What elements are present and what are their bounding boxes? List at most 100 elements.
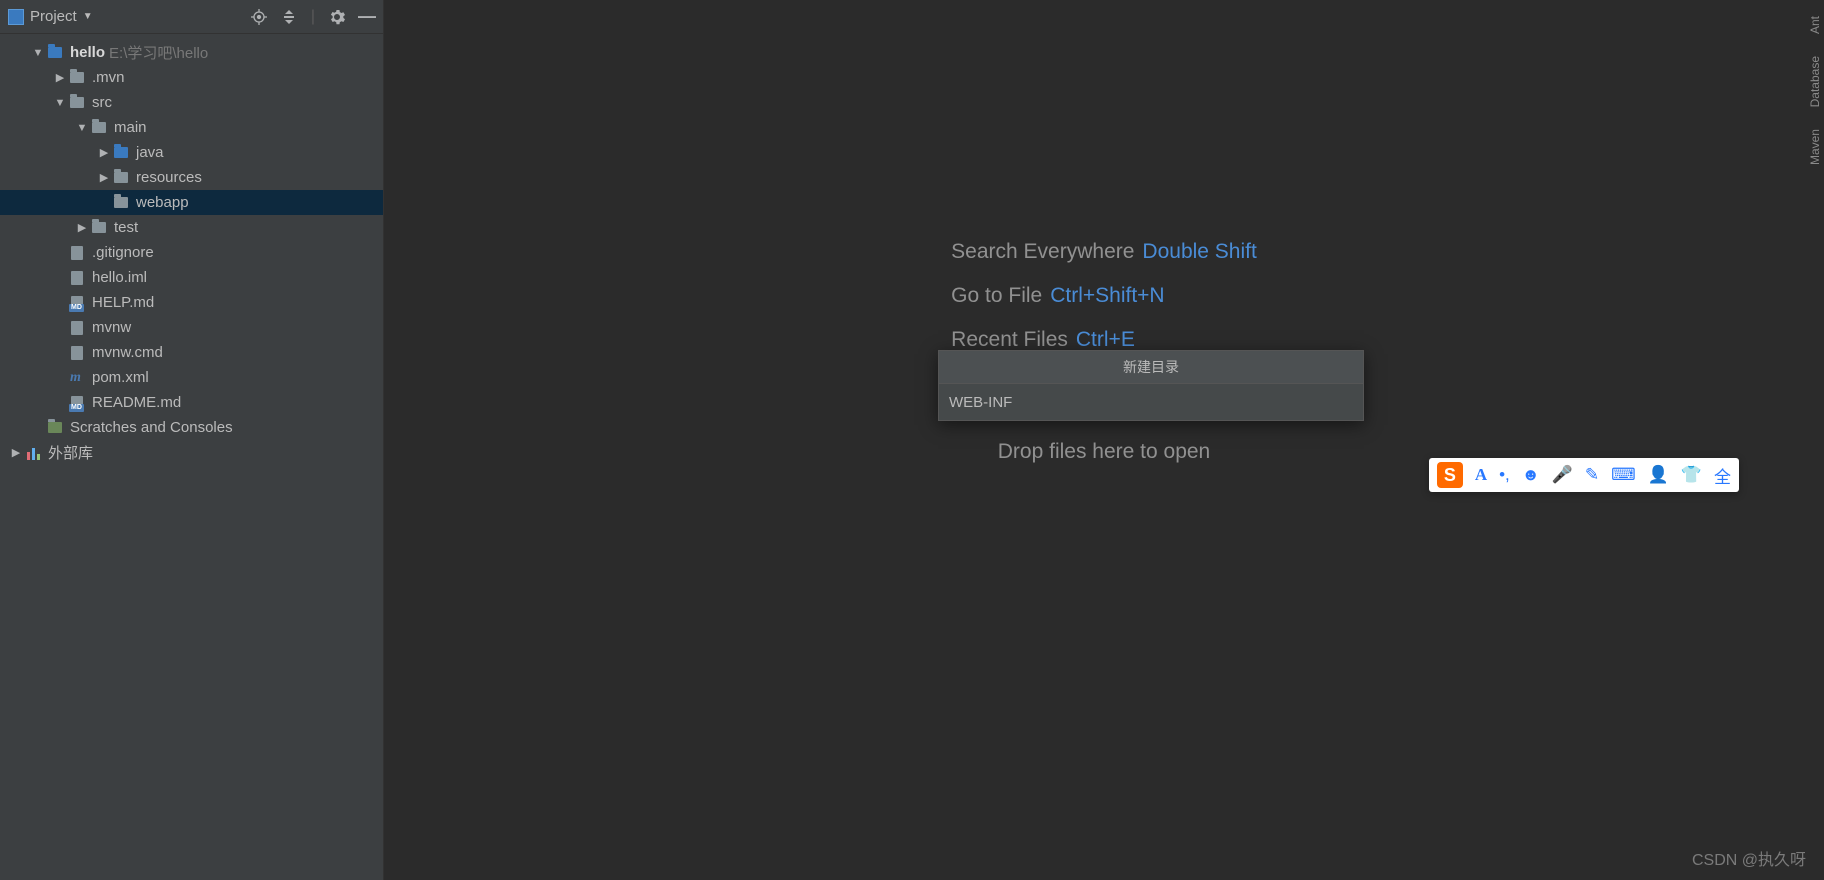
tree-label: 外部库 xyxy=(48,442,93,463)
tree-item-main[interactable]: ▼ main xyxy=(0,115,383,140)
ime-emoji-icon[interactable]: ☻ xyxy=(1522,465,1540,485)
tree-item-help-md[interactable]: MD HELP.md xyxy=(0,290,383,315)
tree-item-mvnw-cmd[interactable]: mvnw.cmd xyxy=(0,340,383,365)
ime-fullhalf-icon[interactable]: 全 xyxy=(1714,463,1731,488)
shortcut-search: Double Shift xyxy=(1142,240,1256,263)
tree-label: pom.xml xyxy=(92,369,149,386)
tree-item-webapp[interactable]: webapp xyxy=(0,190,383,215)
tree-label: README.md xyxy=(92,394,181,411)
tree-arrow-icon[interactable]: ▶ xyxy=(8,446,24,459)
shortcut-goto: Ctrl+Shift+N xyxy=(1050,284,1164,307)
chevron-down-icon: ▼ xyxy=(83,11,93,22)
folder-icon xyxy=(90,122,108,133)
tree-label: Scratches and Consoles xyxy=(70,419,233,436)
tree-label: resources xyxy=(136,169,202,186)
tree-item-src[interactable]: ▼ src xyxy=(0,90,383,115)
tree-arrow-icon[interactable]: ▼ xyxy=(74,122,90,134)
file-icon xyxy=(68,346,86,360)
tree-item-scratches-and-consoles[interactable]: Scratches and Consoles xyxy=(0,415,383,440)
ime-punctuation-icon[interactable]: •, xyxy=(1499,465,1510,485)
right-toolwindow-tabs: Ant Database Maven xyxy=(1806,12,1824,169)
tree-arrow-icon[interactable]: ▶ xyxy=(74,221,90,234)
tab-maven[interactable]: Maven xyxy=(1806,125,1824,169)
file-md-icon: MD xyxy=(68,396,86,410)
dialog-title: 新建目录 xyxy=(939,351,1363,383)
tree-item-readme-md[interactable]: MD README.md xyxy=(0,390,383,415)
tree-arrow-icon[interactable]: ▶ xyxy=(96,146,112,159)
tree-arrow-icon[interactable]: ▶ xyxy=(96,171,112,184)
ime-letter-a-icon[interactable]: A xyxy=(1475,465,1487,485)
ime-toolbar[interactable]: S A •, ☻ 🎤 ✎ ⌨ 👤 👕 全 xyxy=(1429,458,1739,492)
file-icon xyxy=(68,321,86,335)
editor-area: Search EverywhereDouble Shift Go to File… xyxy=(384,0,1824,880)
ime-user-icon[interactable]: 👤 xyxy=(1648,465,1669,485)
project-title: Project xyxy=(30,8,77,25)
tree-label: src xyxy=(92,94,112,111)
tree-label: mvnw xyxy=(92,319,131,336)
tree-arrow-icon[interactable]: ▶ xyxy=(52,71,68,84)
minimize-icon[interactable]: — xyxy=(359,9,375,25)
tree-item--[interactable]: ▶ 外部库 xyxy=(0,440,383,465)
hint-goto: Go to FileCtrl+Shift+N xyxy=(951,284,1257,308)
editor-hints: Search EverywhereDouble Shift Go to File… xyxy=(951,240,1257,352)
locate-icon[interactable] xyxy=(251,9,267,25)
hint-recent: Recent FilesCtrl+E xyxy=(951,328,1257,352)
folder-scratch-icon xyxy=(46,422,64,433)
tree-arrow-icon[interactable]: ▼ xyxy=(52,97,68,109)
tree-item-java[interactable]: ▶ java xyxy=(0,140,383,165)
project-tree[interactable]: ▼helloE:\学习吧\hello▶.mvn▼src▼main▶java▶re… xyxy=(0,34,383,880)
csdn-watermark: CSDN @执久呀 xyxy=(1692,846,1806,870)
tree-label: webapp xyxy=(136,194,189,211)
new-directory-dialog: 新建目录 xyxy=(938,350,1364,421)
tree-item--gitignore[interactable]: .gitignore xyxy=(0,240,383,265)
directory-name-input[interactable] xyxy=(939,383,1363,420)
bars-icon xyxy=(24,446,42,460)
tree-label: hello.iml xyxy=(92,269,147,286)
tree-arrow-icon[interactable]: ▼ xyxy=(30,47,46,59)
file-icon xyxy=(68,271,86,285)
tree-label: main xyxy=(114,119,147,136)
tree-path: E:\学习吧\hello xyxy=(109,42,208,63)
ime-mic-icon[interactable]: 🎤 xyxy=(1552,465,1573,485)
file-icon xyxy=(68,246,86,260)
sogou-logo-icon: S xyxy=(1437,462,1463,488)
folder-icon xyxy=(68,97,86,108)
tree-label: java xyxy=(136,144,164,161)
ime-skin-icon[interactable]: ✎ xyxy=(1585,465,1599,485)
project-tool-label[interactable]: Project ▼ xyxy=(8,8,93,25)
tree-label: mvnw.cmd xyxy=(92,344,163,361)
tree-item-mvnw[interactable]: mvnw xyxy=(0,315,383,340)
maven-icon: m xyxy=(68,371,86,385)
ime-keyboard-icon[interactable]: ⌨ xyxy=(1611,465,1636,485)
expand-all-icon[interactable] xyxy=(281,9,297,25)
tree-item-hello[interactable]: ▼ helloE:\学习吧\hello xyxy=(0,40,383,65)
folder-res-icon xyxy=(112,172,130,183)
tree-label: HELP.md xyxy=(92,294,154,311)
drop-hint: Drop files here to open xyxy=(998,440,1210,464)
tree-label: .gitignore xyxy=(92,244,154,261)
tree-label: .mvn xyxy=(92,69,125,86)
folder-icon xyxy=(68,72,86,83)
file-md-icon: MD xyxy=(68,296,86,310)
tree-item-hello-iml[interactable]: hello.iml xyxy=(0,265,383,290)
tree-label: hello xyxy=(70,44,105,61)
tree-item-resources[interactable]: ▶ resources xyxy=(0,165,383,190)
hint-search: Search EverywhereDouble Shift xyxy=(951,240,1257,264)
folder-icon xyxy=(112,197,130,208)
tab-database[interactable]: Database xyxy=(1806,52,1824,111)
header-divider: | xyxy=(311,8,315,26)
gear-icon[interactable] xyxy=(329,9,345,25)
tree-item--mvn[interactable]: ▶ .mvn xyxy=(0,65,383,90)
tree-item-test[interactable]: ▶ test xyxy=(0,215,383,240)
folder-blue-icon xyxy=(112,147,130,158)
tree-item-pom-xml[interactable]: m pom.xml xyxy=(0,365,383,390)
project-square-icon xyxy=(8,9,24,25)
shortcut-recent: Ctrl+E xyxy=(1076,328,1135,351)
folder-icon xyxy=(90,222,108,233)
sidebar-header: Project ▼ | — xyxy=(0,0,383,34)
project-sidebar: Project ▼ | — ▼helloE:\学习吧\hello▶.mvn▼sr… xyxy=(0,0,384,880)
tab-ant[interactable]: Ant xyxy=(1806,12,1824,38)
ime-shirt-icon[interactable]: 👕 xyxy=(1681,465,1702,485)
tree-label: test xyxy=(114,219,138,236)
folder-blue-icon xyxy=(46,47,64,58)
